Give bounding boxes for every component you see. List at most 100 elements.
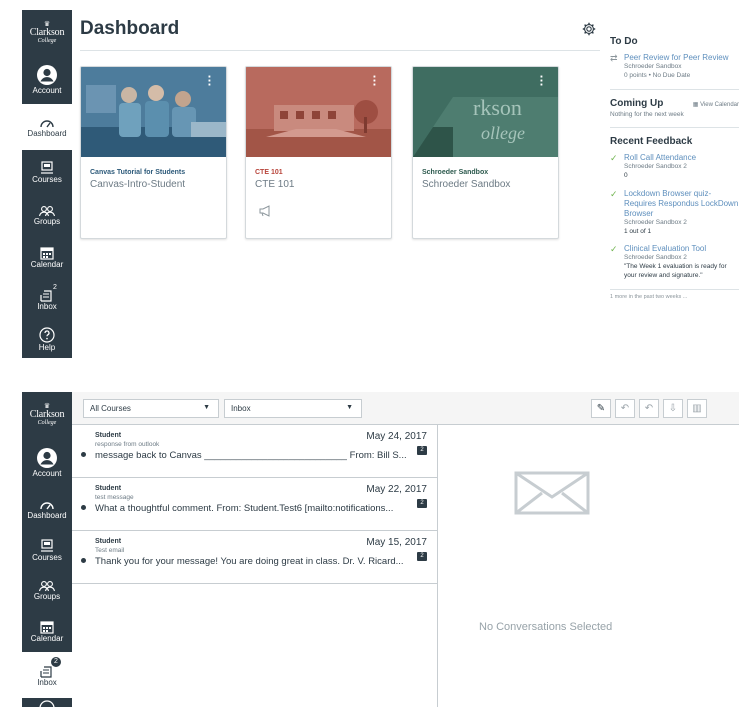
unread-indicator xyxy=(81,505,86,510)
course-card-title[interactable]: Schroeder Sandbox xyxy=(422,169,549,176)
reply-all-button[interactable]: ↶ xyxy=(639,399,659,418)
reply-button[interactable]: ↶ xyxy=(615,399,635,418)
clarkson-logo[interactable]: ♛ Clarkson College xyxy=(22,10,72,54)
conversation-preview: Thank you for your message! You are doin… xyxy=(95,556,404,567)
todo-item-course: Schroeder Sandbox xyxy=(624,63,682,70)
nav-label: Inbox xyxy=(37,301,57,311)
card-options-button[interactable]: · · · xyxy=(373,70,377,91)
help-icon xyxy=(39,700,55,707)
feedback-item-detail: 1 out of 1 xyxy=(624,227,652,235)
course-card-title[interactable]: Canvas Tutorial for Students xyxy=(90,169,217,176)
feedback-item[interactable]: ✓ Roll Call Attendance Schroeder Sandbox… xyxy=(610,153,739,181)
checkmark-icon: ✓ xyxy=(610,188,618,199)
nav-item-dashboard[interactable]: Dashboard xyxy=(22,104,72,150)
global-nav: ♛ Clarkson College Account Dashboard Cou… xyxy=(22,10,72,358)
course-card-subtitle: Canvas-Intro-Student xyxy=(90,179,186,190)
nav-label: Groups xyxy=(33,591,61,601)
course-card-canvas-tutorial[interactable]: · · · Canvas Tutorial for Students Canvas-… xyxy=(80,66,227,239)
feedback-item-link[interactable]: Roll Call Attendance xyxy=(624,153,696,163)
conversation-row[interactable]: Student May 22, 2017 test message What a… xyxy=(72,478,437,531)
logo-line2: College xyxy=(37,37,57,44)
delete-button[interactable]: ▥ xyxy=(687,399,707,418)
unread-indicator xyxy=(81,452,86,457)
nav-item-courses[interactable]: Courses xyxy=(22,150,72,194)
nav-label: Account xyxy=(32,468,62,478)
archive-icon: ⇩ xyxy=(668,403,678,414)
message-count-badge: 2 xyxy=(417,446,427,455)
card-options-button[interactable]: · · · xyxy=(540,70,544,91)
nav-item-inbox[interactable]: 2 Inbox xyxy=(22,278,72,320)
nav-item-help[interactable]: Help xyxy=(22,320,72,358)
conversation-subject: test message xyxy=(95,494,134,501)
svg-text:rkson: rkson xyxy=(473,95,522,120)
nav-item-calendar[interactable]: Calendar xyxy=(22,236,72,278)
coming-up-empty: Nothing for the next week xyxy=(610,110,684,118)
course-card-cte-101[interactable]: · · · CTE 101 CTE 101 xyxy=(245,66,392,239)
courses-icon xyxy=(41,538,53,552)
course-card-schroeder-sandbox[interactable]: rkson ollege · · · Schroeder Sandbox Schro… xyxy=(412,66,559,239)
title-divider xyxy=(80,50,600,51)
nav-item-groups[interactable]: Groups xyxy=(22,194,72,236)
logo-line2: College xyxy=(37,419,57,426)
nav-item-account[interactable]: Account xyxy=(22,54,72,104)
course-card-image: · · · xyxy=(246,67,391,157)
nav-item-calendar[interactable]: Calendar xyxy=(22,610,72,652)
feedback-item-course: Schroeder Sandbox 2 xyxy=(624,163,687,171)
folder-filter-select[interactable]: Inbox ▼ xyxy=(224,399,362,418)
nav-label: Dashboard xyxy=(27,510,67,520)
coming-up-section: Coming Up ▦ View Calendar Nothing for th… xyxy=(610,98,739,120)
help-icon xyxy=(39,326,55,343)
conversation-preview: What a thoughtful comment. From: Student… xyxy=(95,503,394,514)
trash-icon: ▥ xyxy=(692,403,702,414)
nav-label: Dashboard xyxy=(27,128,67,138)
right-sidebar: To Do ⇄ Peer Review for Peer Review Schr… xyxy=(610,36,739,308)
nav-label: Account xyxy=(32,85,62,95)
archive-button[interactable]: ⇩ xyxy=(663,399,683,418)
dashboard-panel: ♛ Clarkson College Account Dashboard Cou… xyxy=(22,10,739,358)
todo-item-link[interactable]: Peer Review for Peer Review xyxy=(624,53,728,63)
nav-item-inbox[interactable]: 2 Inbox xyxy=(22,652,72,698)
page-title: Dashboard xyxy=(80,18,180,39)
feedback-item-course: Schroeder Sandbox 2 xyxy=(624,254,687,262)
divider xyxy=(610,88,739,90)
course-card-title[interactable]: CTE 101 xyxy=(255,169,382,176)
course-filter-select[interactable]: All Courses ▼ xyxy=(83,399,219,418)
nav-item-help[interactable] xyxy=(22,698,72,707)
courses-icon xyxy=(41,160,53,174)
todo-item[interactable]: ⇄ Peer Review for Peer Review Schroeder … xyxy=(610,53,739,81)
compose-button[interactable]: ✎ xyxy=(591,399,611,418)
inbox-toolbar: All Courses ▼ Inbox ▼ ✎ ↶ ↶ ⇩ ▥ xyxy=(72,392,739,425)
conversation-row[interactable]: Student May 15, 2017 Test email Thank yo… xyxy=(72,531,437,584)
nav-item-dashboard[interactable]: Dashboard xyxy=(22,488,72,530)
feedback-item[interactable]: ✓ Clinical Evaluation Tool Schroeder San… xyxy=(610,244,739,280)
account-icon xyxy=(37,64,57,85)
nav-item-courses[interactable]: Courses xyxy=(22,530,72,570)
envelope-icon xyxy=(514,471,590,515)
nav-label: Calendar xyxy=(30,259,64,269)
announcements-button[interactable] xyxy=(259,204,391,222)
message-viewer: No Conversations Selected xyxy=(439,425,739,707)
feedback-item-course: Schroeder Sandbox 2 xyxy=(624,218,687,226)
feedback-item[interactable]: ✓ Lockdown Browser quiz-Requires Respond… xyxy=(610,189,739,237)
conversation-preview: message back to Canvas _________________… xyxy=(95,450,407,461)
inbox-count-badge: 2 xyxy=(51,657,61,667)
nav-item-account[interactable]: Account xyxy=(22,436,72,488)
gear-icon[interactable] xyxy=(582,22,596,36)
course-card-image: · · · xyxy=(81,67,226,157)
megaphone-icon xyxy=(259,205,270,217)
feedback-item-link[interactable]: Lockdown Browser quiz-Requires Respondus… xyxy=(624,189,739,219)
feedback-item-link[interactable]: Clinical Evaluation Tool xyxy=(624,244,739,254)
clarkson-logo[interactable]: ♛ Clarkson College xyxy=(22,392,72,436)
groups-icon xyxy=(38,205,56,216)
nav-label: Help xyxy=(38,342,56,352)
conversation-date: May 15, 2017 xyxy=(366,537,427,548)
nav-label: Courses xyxy=(32,174,62,184)
todo-heading: To Do xyxy=(610,36,638,47)
nav-item-groups[interactable]: Groups xyxy=(22,570,72,610)
unread-indicator xyxy=(81,558,86,563)
conversation-row[interactable]: Student May 24, 2017 response from outlo… xyxy=(72,425,437,478)
card-options-button[interactable]: · · · xyxy=(208,70,212,91)
view-calendar-link[interactable]: ▦ View Calendar xyxy=(693,101,739,108)
calendar-icon xyxy=(40,246,54,260)
more-feedback-link[interactable]: 1 more in the past two weeks ... xyxy=(610,294,739,300)
